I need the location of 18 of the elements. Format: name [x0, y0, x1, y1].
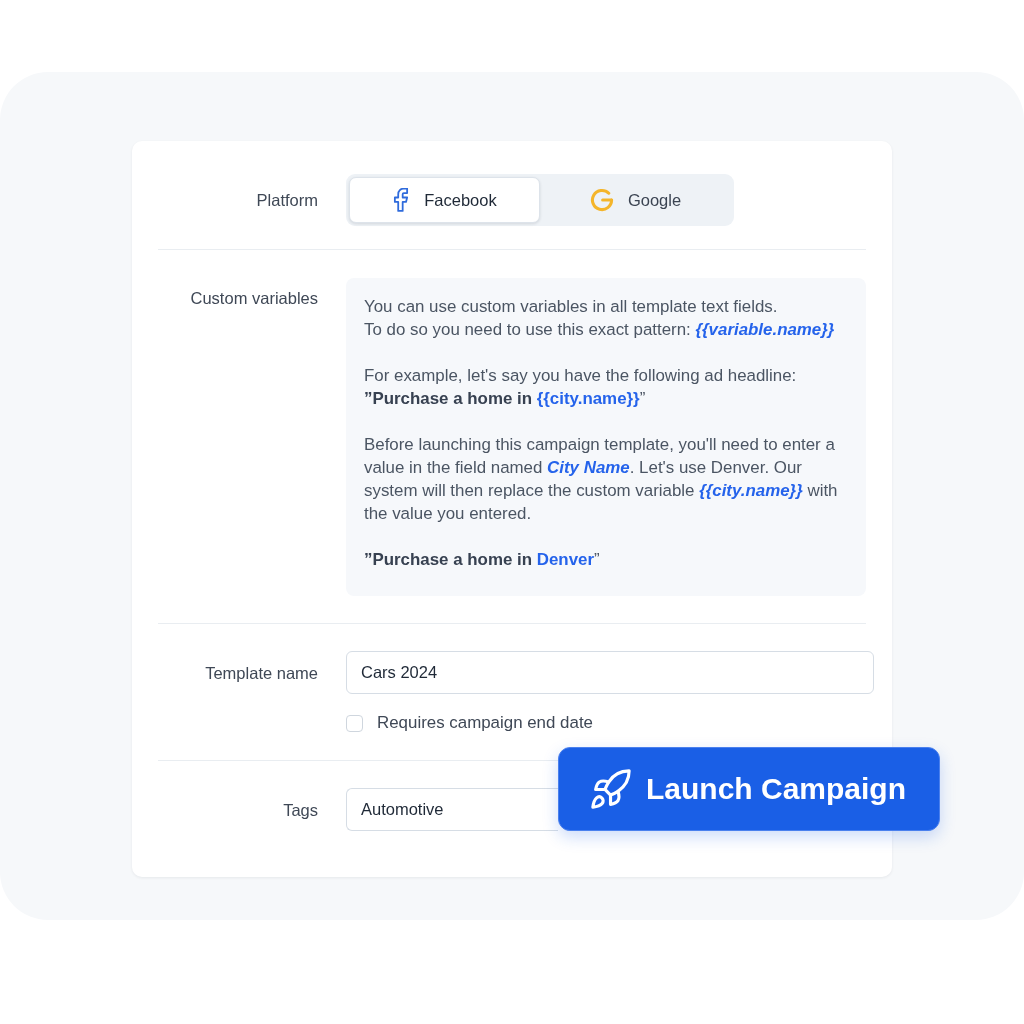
f-logo-icon	[392, 188, 411, 212]
field-label: Tags	[283, 799, 318, 820]
launch-campaign-button[interactable]: Launch Campaign	[558, 747, 940, 831]
info-paragraph: Before launching this campaign template, you'll need to enter a value in the field named City Name. Let's use Denver. Our system will then replace the custom variable {{city.name}} with the value you entered.	[364, 434, 839, 525]
rocket-icon	[591, 769, 631, 809]
g-logo-icon	[589, 188, 614, 212]
checkbox-label: Requires campaign end date	[377, 713, 593, 733]
field-label: Custom variables	[190, 288, 318, 308]
template-name-field[interactable]: Cars 2024	[346, 651, 874, 694]
field-label: Template name	[205, 662, 318, 683]
checkbox[interactable]	[346, 714, 363, 732]
platform-tab[interactable]: Facebook	[349, 177, 540, 223]
info-paragraph: You can use custom variables in all template text fields. To do so you need to use this exact pattern: {{variable.name}}	[364, 296, 836, 341]
info-paragraph: For example, let's say you have the following ad headline: ”Purchase a home in {{city.name}}”	[364, 365, 798, 410]
field-label: Platform	[256, 190, 318, 210]
tags-field[interactable]: Automotive	[346, 788, 558, 831]
info-paragraph: ”Purchase a home in Denver”	[364, 549, 601, 571]
platform-tab[interactable]: Google	[540, 177, 731, 223]
